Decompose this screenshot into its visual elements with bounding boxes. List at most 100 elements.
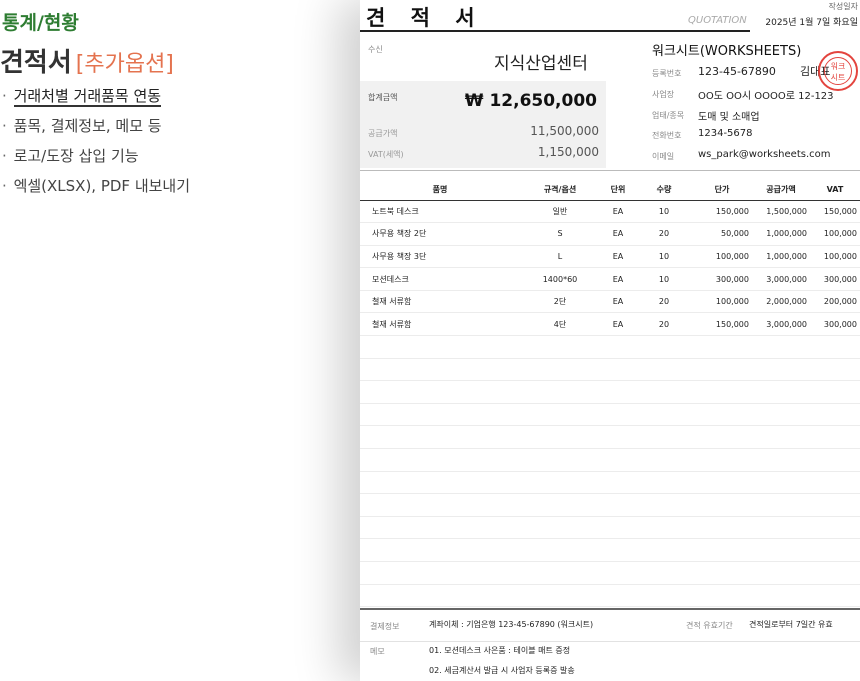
cell-vat: 300,000 bbox=[810, 312, 860, 337]
cell-name bbox=[360, 380, 520, 404]
cell-qty bbox=[636, 448, 692, 472]
date-value: 2025년 1월 7일 화요일 bbox=[765, 18, 858, 28]
seal-stamp: 워크 시트 bbox=[818, 51, 858, 91]
cell-spec: S bbox=[520, 222, 600, 246]
table-row bbox=[360, 471, 860, 495]
cell-vat bbox=[810, 584, 860, 608]
cell-spec bbox=[520, 561, 600, 585]
cell-unit: EA bbox=[600, 222, 636, 246]
cell-qty bbox=[636, 584, 692, 608]
cell-price bbox=[692, 561, 752, 585]
cell-vat bbox=[810, 561, 860, 585]
cell-vat bbox=[810, 538, 860, 562]
cell-price: 50,000 bbox=[692, 222, 752, 246]
cell-price bbox=[692, 538, 752, 562]
supplier-biz-row: 업태/종목 도매 및 소매업 bbox=[652, 110, 760, 123]
cell-spec: 일반 bbox=[520, 200, 600, 224]
cell-unit bbox=[600, 584, 636, 608]
cell-qty bbox=[636, 403, 692, 427]
promo-title: 견적서 [추가옵션] bbox=[0, 42, 174, 79]
amount-summary: 합계금액 ₩ 12,650,000 공급가액 11,500,000 VAT(세액… bbox=[360, 81, 606, 168]
cell-spec bbox=[520, 516, 600, 540]
receiver-name: 지식산업센터 bbox=[494, 54, 588, 74]
cell-amount: 1,500,000 bbox=[752, 200, 810, 224]
feature-list: · 거래처별 거래품목 연동 · 품목, 결제정보, 메모 등 · 로고/도장 … bbox=[2, 84, 190, 204]
cell-unit bbox=[600, 538, 636, 562]
cell-amount bbox=[752, 358, 810, 382]
cell-name: 사무용 책장 2단 bbox=[360, 222, 520, 246]
cell-name bbox=[360, 516, 520, 540]
cell-spec bbox=[520, 448, 600, 472]
col-qty: 수량 bbox=[636, 179, 692, 201]
total-label: 합계금액 bbox=[368, 93, 398, 102]
cell-qty bbox=[636, 380, 692, 404]
table-row: 사무용 책장 3단 L EA 10 100,000 1,000,000 100,000 bbox=[360, 245, 860, 269]
cell-qty: 20 bbox=[636, 312, 692, 337]
cell-vat: 300,000 bbox=[810, 267, 860, 291]
table-row bbox=[360, 561, 860, 585]
cell-qty bbox=[636, 335, 692, 359]
table-row bbox=[360, 516, 860, 540]
cell-name bbox=[360, 538, 520, 562]
validity-label: 견적 유효기간 bbox=[686, 621, 733, 630]
cell-price: 100,000 bbox=[692, 245, 752, 269]
cell-amount bbox=[752, 538, 810, 562]
receiver-label: 수신 bbox=[368, 45, 383, 54]
cell-unit: EA bbox=[600, 312, 636, 337]
cell-name: 모션데스크 bbox=[360, 267, 520, 291]
cell-qty bbox=[636, 471, 692, 495]
cell-name: 철재 서류함 bbox=[360, 290, 520, 314]
cell-spec bbox=[520, 403, 600, 427]
table-row: 모션데스크 1400*60 EA 10 300,000 3,000,000 300,000 bbox=[360, 267, 860, 291]
category-label: 통계/현황 bbox=[2, 12, 79, 34]
cell-amount bbox=[752, 380, 810, 404]
cell-qty: 10 bbox=[636, 267, 692, 291]
cell-vat bbox=[810, 403, 860, 427]
feature-promo-panel: 통계/현황 견적서 [추가옵션] · 거래처별 거래품목 연동 · 품목, 결제정… bbox=[0, 0, 330, 681]
cell-amount: 1,000,000 bbox=[752, 222, 810, 246]
cell-amount bbox=[752, 335, 810, 359]
cell-spec bbox=[520, 358, 600, 382]
cell-vat bbox=[810, 380, 860, 404]
cell-name bbox=[360, 403, 520, 427]
table-row bbox=[360, 425, 860, 450]
cell-vat bbox=[810, 335, 860, 359]
supplier-tel: 1234-5678 bbox=[698, 128, 753, 139]
cell-vat: 150,000 bbox=[810, 200, 860, 224]
cell-price: 300,000 bbox=[692, 267, 752, 291]
cell-spec: 2단 bbox=[520, 290, 600, 314]
cell-vat bbox=[810, 493, 860, 517]
supply-label: 공급가액 bbox=[368, 129, 398, 138]
cell-unit bbox=[600, 380, 636, 404]
cell-spec bbox=[520, 584, 600, 608]
cell-unit bbox=[600, 335, 636, 359]
feature-item[interactable]: · 거래처별 거래품목 연동 bbox=[2, 84, 190, 114]
cell-spec: L bbox=[520, 245, 600, 269]
payment-label: 결제정보 bbox=[370, 622, 400, 631]
cell-spec: 4단 bbox=[520, 312, 600, 337]
cell-unit bbox=[600, 358, 636, 382]
cell-vat: 200,000 bbox=[810, 290, 860, 314]
cell-unit: EA bbox=[600, 267, 636, 291]
validity-value: 견적일로부터 7일간 유효 bbox=[749, 620, 833, 629]
cell-amount: 1,000,000 bbox=[752, 245, 810, 269]
table-header: 품명 규격/옵션 단위 수량 단가 공급가액 VAT bbox=[360, 179, 860, 201]
supplier-reg: 123-45-67890 bbox=[698, 65, 776, 78]
supplier-tel-row: 전화번호 1234-5678 bbox=[652, 128, 753, 140]
cell-name bbox=[360, 493, 520, 517]
supply-amount: 11,500,000 bbox=[530, 124, 599, 138]
supplier-reg-row: 등록번호 123-45-67890 bbox=[652, 65, 776, 78]
cell-amount bbox=[752, 516, 810, 540]
cell-vat: 100,000 bbox=[810, 245, 860, 269]
cell-qty bbox=[636, 425, 692, 450]
title-divider bbox=[360, 30, 750, 32]
cell-amount bbox=[752, 471, 810, 495]
cell-amount bbox=[752, 584, 810, 608]
table-row bbox=[360, 335, 860, 359]
cell-unit bbox=[600, 516, 636, 540]
table-row bbox=[360, 448, 860, 472]
cell-price bbox=[692, 403, 752, 427]
payment-info: 계좌이체 : 기업은행 123-45-67890 (워크시트) bbox=[429, 620, 594, 629]
cell-qty: 10 bbox=[636, 245, 692, 269]
feature-item: · 품목, 결제정보, 메모 등 bbox=[2, 117, 162, 135]
